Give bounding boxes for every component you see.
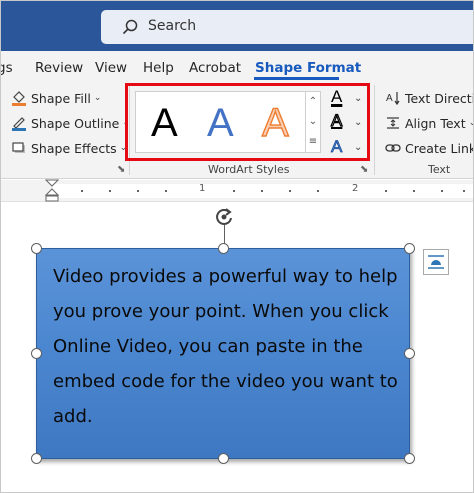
layout-options-icon — [428, 255, 444, 269]
shape-outline-button[interactable]: Shape Outline ⌄ — [11, 115, 130, 131]
create-link-label: Create Link — [405, 140, 474, 156]
word-window: Search gs Review View Help Acrobat Shape… — [0, 0, 474, 493]
layout-options-button[interactable] — [423, 249, 449, 275]
title-bar: Search — [1, 1, 473, 51]
align-text-button[interactable]: Align Text⌄ — [385, 115, 473, 131]
ruler-tick — [137, 190, 139, 192]
align-text-label: Align Text — [405, 115, 466, 131]
tab-shape-format[interactable]: Shape Format — [255, 60, 361, 76]
ruler-number: 2 — [352, 183, 359, 194]
resize-handle-top-right[interactable] — [404, 243, 415, 254]
ruler-tick — [463, 190, 465, 192]
wordart-launcher-icon[interactable]: ⬊ — [360, 164, 368, 175]
ruler-tick — [81, 190, 83, 192]
shape-fill-button[interactable]: Shape Fill ⌄ — [11, 90, 101, 106]
resize-handle-top[interactable] — [218, 243, 229, 254]
shape-effects-button[interactable]: Shape Effects ⌄ — [11, 140, 127, 156]
indent-marker-icon[interactable] — [45, 179, 59, 203]
paint-bucket-icon — [12, 91, 26, 106]
resize-handle-bottom-left[interactable] — [31, 453, 42, 464]
ruler-tick — [289, 190, 291, 192]
ruler-tick — [109, 190, 111, 192]
chevron-down-icon: ⌄ — [93, 93, 102, 103]
active-tab-indicator — [254, 77, 339, 80]
resize-handle-bottom-right[interactable] — [404, 453, 415, 464]
tab-references-partial[interactable]: gs — [1, 60, 13, 76]
create-link-button[interactable]: Create Link — [385, 140, 474, 156]
align-text-icon — [387, 117, 399, 129]
search-placeholder: Search — [148, 18, 197, 34]
text-direction-icon: A — [386, 92, 400, 106]
pencil-icon — [12, 117, 26, 131]
ruler-content-area — [53, 184, 473, 198]
ruler-tick — [165, 190, 167, 192]
wordart-styles-label: WordArt Styles — [208, 163, 290, 176]
resize-handle-top-left[interactable] — [31, 243, 42, 254]
resize-handle-bottom[interactable] — [218, 453, 229, 464]
text-group-label: Text — [428, 163, 451, 176]
resize-handle-left[interactable] — [31, 348, 42, 359]
chevron-down-icon: ⌄ — [469, 118, 473, 128]
text-direction-label: Text Direction — [405, 90, 473, 106]
shape-fill-label: Shape Fill — [31, 90, 91, 106]
tab-review[interactable]: Review — [35, 60, 83, 76]
search-box[interactable]: Search — [101, 10, 473, 44]
search-icon — [122, 19, 138, 35]
ruler-tick — [385, 190, 387, 192]
shape-effects-label: Shape Effects — [31, 140, 117, 156]
ruler-tick — [413, 190, 415, 192]
svg-text:A: A — [386, 93, 393, 104]
shape-outline-label: Shape Outline — [31, 115, 120, 131]
ruler-tick — [441, 190, 443, 192]
resize-handle-right[interactable] — [404, 348, 415, 359]
shape-styles-launcher-icon[interactable]: ⬊ — [117, 164, 125, 175]
shape-effects-icon — [12, 142, 25, 153]
link-icon — [385, 144, 401, 152]
ruler-tick — [261, 190, 263, 192]
ruler-tick — [317, 190, 319, 192]
tab-view[interactable]: View — [95, 60, 127, 76]
shape-text[interactable]: Video provides a powerful way to help yo… — [53, 259, 403, 434]
text-direction-button[interactable]: A Text Direction — [385, 90, 473, 106]
ruler-tick — [233, 190, 235, 192]
tab-help[interactable]: Help — [143, 60, 174, 76]
group-separator — [374, 85, 375, 175]
wordart-highlight-box — [125, 83, 370, 161]
ruler-number: 1 — [199, 183, 206, 194]
tab-acrobat[interactable]: Acrobat — [189, 60, 241, 76]
